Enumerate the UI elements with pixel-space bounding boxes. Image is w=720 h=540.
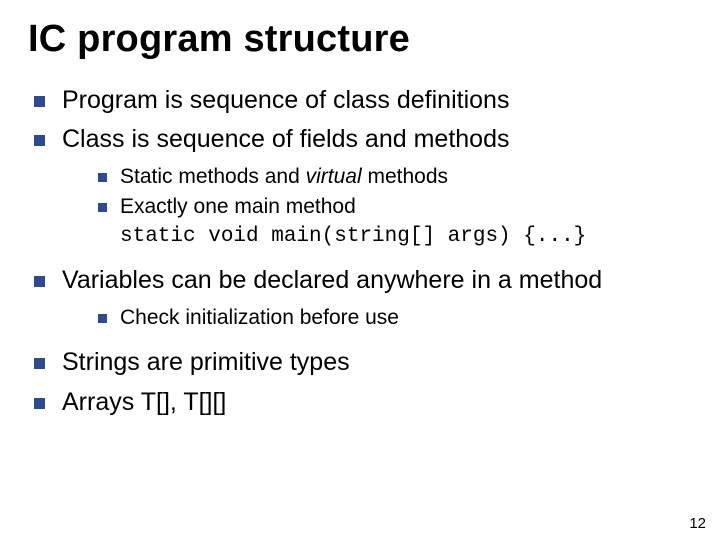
code-text: static void main(string[] args) {...} — [120, 225, 586, 248]
page-number: 12 — [689, 515, 706, 532]
sub-bullet-item: Check initialization before use — [62, 304, 692, 332]
bullet-item: Arrays T[], T[][] — [28, 386, 692, 420]
bullet-list: Program is sequence of class definitions… — [28, 84, 692, 420]
sub-text: methods — [362, 165, 448, 188]
sub-text: Static methods and — [120, 165, 306, 188]
bullet-item: Strings are primitive types — [28, 346, 692, 380]
bullet-item: Variables can be declared anywhere in a … — [28, 264, 692, 331]
bullet-item: Program is sequence of class definitions — [28, 84, 692, 118]
bullet-text: Variables can be declared anywhere in a … — [62, 266, 602, 294]
sub-bullet-item: Exactly one main method static void main… — [62, 193, 692, 250]
sub-bullet-item: Static methods and virtual methods — [62, 163, 692, 191]
sub-text: Exactly one main method — [120, 195, 356, 218]
sub-bullet-list: Check initialization before use — [62, 304, 692, 332]
slide-title: IC program structure — [28, 18, 692, 62]
sub-bullet-list: Static methods and virtual methods Exact… — [62, 163, 692, 250]
bullet-item: Class is sequence of fields and methods … — [28, 123, 692, 250]
bullet-text: Class is sequence of fields and methods — [62, 125, 509, 153]
sub-text-italic: virtual — [306, 165, 362, 188]
